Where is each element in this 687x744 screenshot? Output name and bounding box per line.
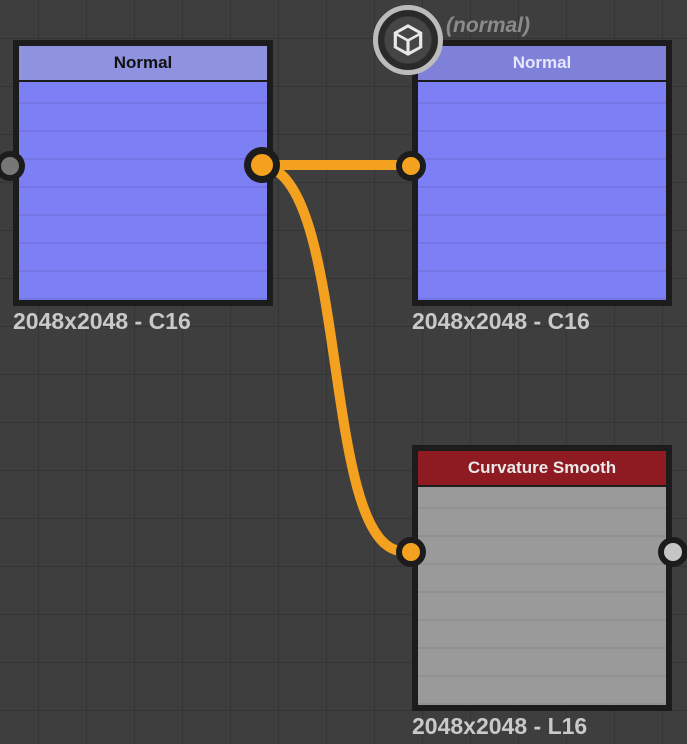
node-normal-source[interactable]: Normal: [13, 40, 273, 306]
node-title: Normal: [418, 46, 666, 82]
cube-icon: [389, 21, 427, 59]
node-graph[interactable]: Normal 2048x2048 - C16 Normal 2048x2048 …: [0, 0, 687, 744]
input-port[interactable]: [396, 537, 426, 567]
output-type-badge[interactable]: [373, 5, 443, 75]
node-caption: 2048x2048 - L16: [412, 713, 587, 740]
node-preview: [418, 487, 666, 705]
annotation-label: (normal): [446, 14, 530, 38]
output-port[interactable]: [244, 147, 280, 183]
node-preview: [418, 82, 666, 300]
node-title: Curvature Smooth: [418, 451, 666, 487]
node-caption: 2048x2048 - C16: [13, 308, 191, 335]
node-preview: [19, 82, 267, 300]
node-curvature-smooth[interactable]: Curvature Smooth: [412, 445, 672, 711]
output-port[interactable]: [658, 537, 687, 567]
node-title: Normal: [19, 46, 267, 82]
node-caption: 2048x2048 - C16: [412, 308, 590, 335]
node-normal-output[interactable]: Normal: [412, 40, 672, 306]
input-port[interactable]: [396, 151, 426, 181]
